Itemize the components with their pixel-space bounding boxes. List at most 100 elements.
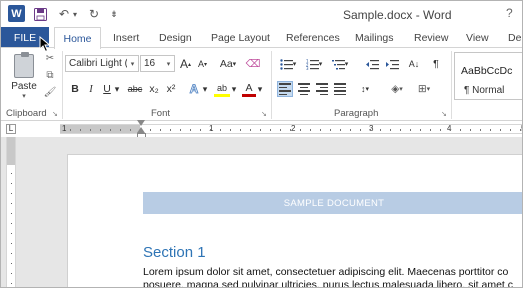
copy-icon[interactable]: ⧉ xyxy=(44,69,56,81)
chevron-down-icon[interactable]: ▾ xyxy=(256,81,264,97)
ruler-tick xyxy=(490,129,491,131)
document-page[interactable]: SAMPLE DOCUMENT Section 1 Lorem ipsum do… xyxy=(67,154,522,287)
ruler-tick xyxy=(270,129,271,131)
ruler-tick xyxy=(250,129,251,131)
italic-button[interactable]: I xyxy=(85,81,97,97)
clear-formatting-icon[interactable]: ⌫ xyxy=(246,56,261,72)
highlight-color-button[interactable]: ab xyxy=(214,81,230,97)
ruler-tick xyxy=(11,243,12,244)
superscript-button[interactable]: x² xyxy=(164,81,178,97)
tab-developer[interactable]: De xyxy=(508,27,521,48)
show-hide-marks-icon[interactable]: ¶ xyxy=(430,56,442,72)
ruler-tick xyxy=(90,129,91,131)
chevron-down-icon[interactable]: ▾ xyxy=(201,81,209,97)
change-case-button[interactable]: Aa ▾ xyxy=(217,56,239,72)
style-normal-tile[interactable]: AaBbCcDc ¶ Normal xyxy=(454,52,522,100)
shrink-font-button[interactable]: A ▾ xyxy=(196,56,209,72)
mouse-cursor-icon xyxy=(39,36,51,53)
ruler-tick xyxy=(11,193,12,194)
bold-button[interactable]: B xyxy=(69,81,81,97)
chevron-down-icon[interactable]: ▾ xyxy=(113,81,121,97)
window-title: Sample.docx - Word xyxy=(343,8,452,22)
align-left-button[interactable] xyxy=(277,81,293,97)
justify-button[interactable] xyxy=(332,81,348,97)
title-bar: W ↶ ▾ ↻ ⇟ Sample.docx - Word ? xyxy=(1,1,522,27)
font-size-combo[interactable]: 16 ▾ xyxy=(140,55,175,72)
ruler-tick xyxy=(11,183,12,184)
tab-references[interactable]: References xyxy=(286,27,340,48)
divider xyxy=(62,51,63,119)
increase-indent-icon[interactable] xyxy=(384,56,400,72)
strikethrough-button[interactable]: abc xyxy=(127,81,143,97)
paragraph-group-label: Paragraph xyxy=(334,108,379,119)
undo-icon[interactable]: ↶ xyxy=(57,5,71,23)
decrease-indent-icon[interactable] xyxy=(364,56,380,72)
align-center-button[interactable] xyxy=(296,81,312,97)
clipboard-group-label: Clipboard xyxy=(6,108,47,119)
align-right-button[interactable] xyxy=(314,81,330,97)
ruler-tick xyxy=(400,129,401,131)
tab-page-layout[interactable]: Page Layout xyxy=(211,27,270,48)
word-app-icon[interactable]: W xyxy=(8,5,25,22)
tab-review[interactable]: Review xyxy=(414,27,448,48)
ruler-tick xyxy=(11,233,12,234)
tab-insert[interactable]: Insert xyxy=(113,27,139,48)
ruler-tick xyxy=(210,129,211,131)
first-line-indent-marker[interactable] xyxy=(137,120,145,126)
shading-button[interactable]: ◈ ▾ xyxy=(386,81,408,97)
ruler-number: 1 xyxy=(62,124,67,133)
chevron-down-icon: ▾ xyxy=(130,60,135,68)
numbering-button[interactable]: 123 ▾ xyxy=(303,56,325,72)
ruler-tick xyxy=(510,129,511,131)
sort-icon[interactable]: A↓ xyxy=(406,56,422,72)
font-color-button[interactable]: A xyxy=(242,81,256,97)
font-name-combo[interactable]: Calibri Light (H ▾ xyxy=(65,55,139,72)
help-icon[interactable]: ? xyxy=(506,6,513,20)
cut-icon[interactable]: ✂ xyxy=(44,52,56,64)
undo-dropdown-icon[interactable]: ▾ xyxy=(71,5,79,23)
divider xyxy=(451,51,452,119)
text-effects-button[interactable]: A xyxy=(187,81,201,97)
vertical-ruler-margin xyxy=(7,137,15,165)
svg-text:3: 3 xyxy=(306,66,309,70)
ruler-tick xyxy=(380,129,381,131)
ruler-tick xyxy=(120,129,121,131)
tab-view[interactable]: View xyxy=(466,27,489,48)
ruler-tick xyxy=(290,129,291,131)
multilevel-list-button[interactable]: ▾ xyxy=(329,56,351,72)
vertical-ruler[interactable] xyxy=(6,137,16,287)
horizontal-ruler[interactable]: 1 1 2 3 4 5 xyxy=(60,124,522,134)
format-painter-icon[interactable]: 🖌 xyxy=(44,86,57,98)
borders-button[interactable]: ⊞ ▾ xyxy=(413,81,435,97)
subscript-button[interactable]: x₂ xyxy=(147,81,161,97)
chevron-down-icon: ▾ xyxy=(426,86,431,93)
bullets-button[interactable]: ▾ xyxy=(277,56,299,72)
paste-label: Paste xyxy=(11,81,37,92)
ruler-tick xyxy=(190,129,191,131)
save-icon[interactable] xyxy=(32,5,48,23)
chevron-down-icon: ▾ xyxy=(166,60,171,68)
borders-icon: ⊞ xyxy=(417,83,427,95)
tab-design[interactable]: Design xyxy=(159,27,192,48)
ruler-tick xyxy=(70,129,71,131)
paragraph-launcher-icon[interactable]: ↘ xyxy=(441,110,447,118)
body-text-line: Lorem ipsum dolor sit amet, consectetuer… xyxy=(143,266,509,278)
tab-selector[interactable]: L xyxy=(6,124,16,134)
paste-button[interactable]: Paste ▾ xyxy=(8,52,40,105)
line-spacing-button[interactable]: ↕ ▾ xyxy=(354,81,376,97)
clipboard-icon xyxy=(14,52,34,78)
ruler-tick xyxy=(11,263,12,264)
chevron-down-icon[interactable]: ▾ xyxy=(230,81,238,97)
grow-font-button[interactable]: A ▴ xyxy=(179,56,192,72)
customize-quick-access-icon[interactable]: ⇟ xyxy=(109,5,119,23)
tab-home[interactable]: Home xyxy=(54,27,101,49)
chevron-down-icon: ▾ xyxy=(232,61,237,68)
underline-button[interactable]: U xyxy=(101,81,113,97)
redo-icon[interactable]: ↻ xyxy=(87,5,101,23)
word-window: W ↶ ▾ ↻ ⇟ Sample.docx - Word ? FILE Home… xyxy=(0,0,523,288)
ruler-tick xyxy=(470,129,471,131)
tab-mailings[interactable]: Mailings xyxy=(355,27,394,48)
font-launcher-icon[interactable]: ↘ xyxy=(261,110,267,118)
clipboard-launcher-icon[interactable]: ↘ xyxy=(52,110,58,118)
ruler-tick xyxy=(11,173,12,174)
